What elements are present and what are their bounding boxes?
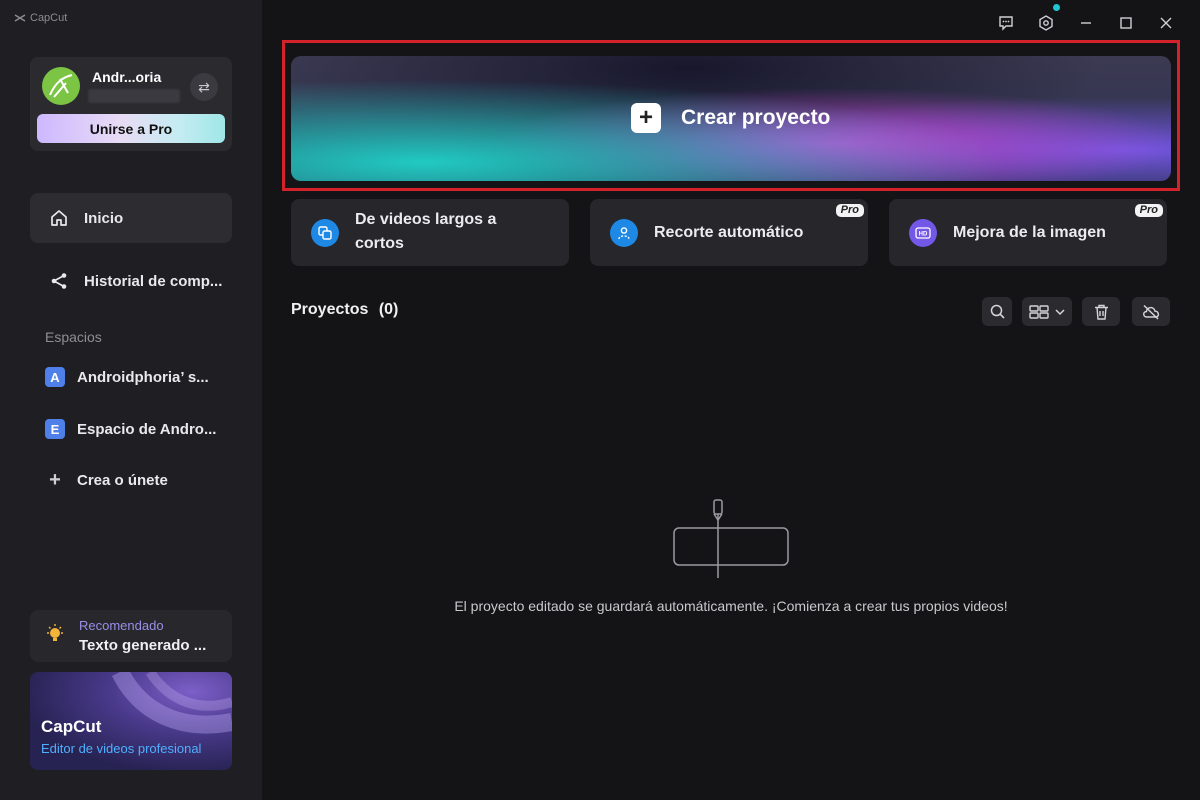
search-projects-button[interactable]	[982, 297, 1012, 326]
nav-item-label: Historial de comp...	[84, 272, 223, 290]
minimize-icon	[1081, 22, 1091, 24]
plus-icon: +	[49, 468, 61, 491]
recommended-text: Texto generado ...	[79, 637, 207, 654]
promo-banner[interactable]: CapCut Editor de videos profesional	[30, 672, 232, 770]
projects-title: Proyectos	[291, 301, 369, 318]
tool-image-enhance[interactable]: HD Mejora de la imagen Pro	[889, 199, 1167, 266]
join-pro-button[interactable]: Unirse a Pro	[37, 114, 225, 143]
space-item-androidphoria[interactable]: A Androidphoria’ s...	[45, 364, 235, 390]
maximize-button[interactable]	[1106, 12, 1146, 34]
empty-state-text: El proyecto editado se guardará automáti…	[454, 598, 1008, 614]
cloud-off-icon	[1143, 304, 1160, 320]
video-split-icon	[311, 219, 339, 247]
swap-icon: ⇄	[198, 78, 210, 95]
promo-title: CapCut	[41, 717, 102, 736]
user-card: Andr...oria ⇄ Unirse a Pro	[30, 57, 232, 151]
search-icon	[990, 304, 1005, 319]
nav-item-history[interactable]: Historial de comp...	[30, 256, 232, 306]
create-project-label: Crear proyecto	[681, 106, 831, 129]
trash-icon	[1094, 304, 1108, 320]
switch-account-button[interactable]: ⇄	[190, 73, 218, 101]
hd-icon: HD	[909, 219, 937, 247]
view-mode-dropdown[interactable]	[1022, 297, 1072, 326]
nav-item-label: Inicio	[84, 209, 124, 227]
minimize-button[interactable]	[1066, 12, 1106, 34]
plus-icon: +	[631, 103, 661, 133]
create-project-button[interactable]: + Crear proyecto	[291, 56, 1171, 181]
nav-item-home[interactable]: Inicio	[30, 193, 232, 243]
tool-long-to-short[interactable]: De videos largos a cortos	[291, 199, 569, 266]
feedback-button[interactable]	[986, 12, 1026, 34]
space-badge: E	[45, 419, 65, 439]
pro-tag: Pro	[1134, 204, 1163, 217]
promo-subtitle: Editor de videos profesional	[41, 741, 202, 756]
avatar[interactable]	[42, 67, 80, 105]
space-item-label: Androidphoria’ s...	[77, 368, 209, 386]
grid-view-icon	[1029, 304, 1049, 319]
pro-tag: Pro	[835, 204, 864, 217]
person-cutout-icon	[610, 219, 638, 247]
user-email-redacted	[88, 89, 180, 103]
svg-text:HD: HD	[919, 232, 928, 238]
empty-timeline-illustration	[673, 499, 789, 578]
close-button[interactable]	[1146, 12, 1186, 34]
recommended-label: Recomendado	[79, 618, 164, 633]
window-controls	[986, 4, 1186, 34]
spaces-heading: Espacios	[45, 329, 102, 345]
sidebar: CapCut Andr...oria ⇄ Unirse a Pro Inicio…	[0, 0, 263, 800]
bulb-icon	[46, 624, 64, 651]
tool-label: De videos largos a cortos	[355, 211, 497, 252]
recommended-card[interactable]: Recomendado Texto generado ...	[30, 610, 232, 662]
user-name: Andr...oria	[92, 69, 162, 85]
tool-label: Recorte automático	[654, 224, 804, 241]
app-title-text: CapCut	[30, 12, 68, 24]
share-icon	[48, 272, 70, 290]
space-badge: A	[45, 367, 65, 387]
maximize-icon	[1120, 17, 1132, 29]
space-item-espacio[interactable]: E Espacio de Andro...	[45, 416, 235, 442]
delete-projects-button[interactable]	[1082, 297, 1120, 326]
chevron-down-icon	[1055, 308, 1065, 315]
create-project-content: + Crear proyecto	[631, 103, 830, 133]
tool-label: Mejora de la imagen	[953, 224, 1106, 241]
projects-count: (0)	[378, 301, 399, 318]
home-icon	[48, 209, 70, 227]
app-title: CapCut	[14, 12, 67, 24]
space-item-label: Espacio de Andro...	[77, 420, 217, 438]
feedback-icon	[999, 16, 1013, 31]
create-space-label: Crea o únete	[77, 471, 168, 489]
projects-heading: Proyectos (0)	[291, 301, 398, 319]
cloud-sync-button[interactable]	[1132, 297, 1170, 326]
tool-auto-cutout[interactable]: Recorte automático Pro	[590, 199, 868, 266]
settings-icon	[1039, 15, 1053, 31]
notification-dot	[1053, 4, 1060, 11]
close-icon	[1160, 17, 1172, 29]
capcut-logo-icon	[14, 14, 26, 22]
settings-button[interactable]	[1026, 4, 1066, 34]
create-space-button[interactable]: + Crea o únete	[45, 467, 235, 493]
